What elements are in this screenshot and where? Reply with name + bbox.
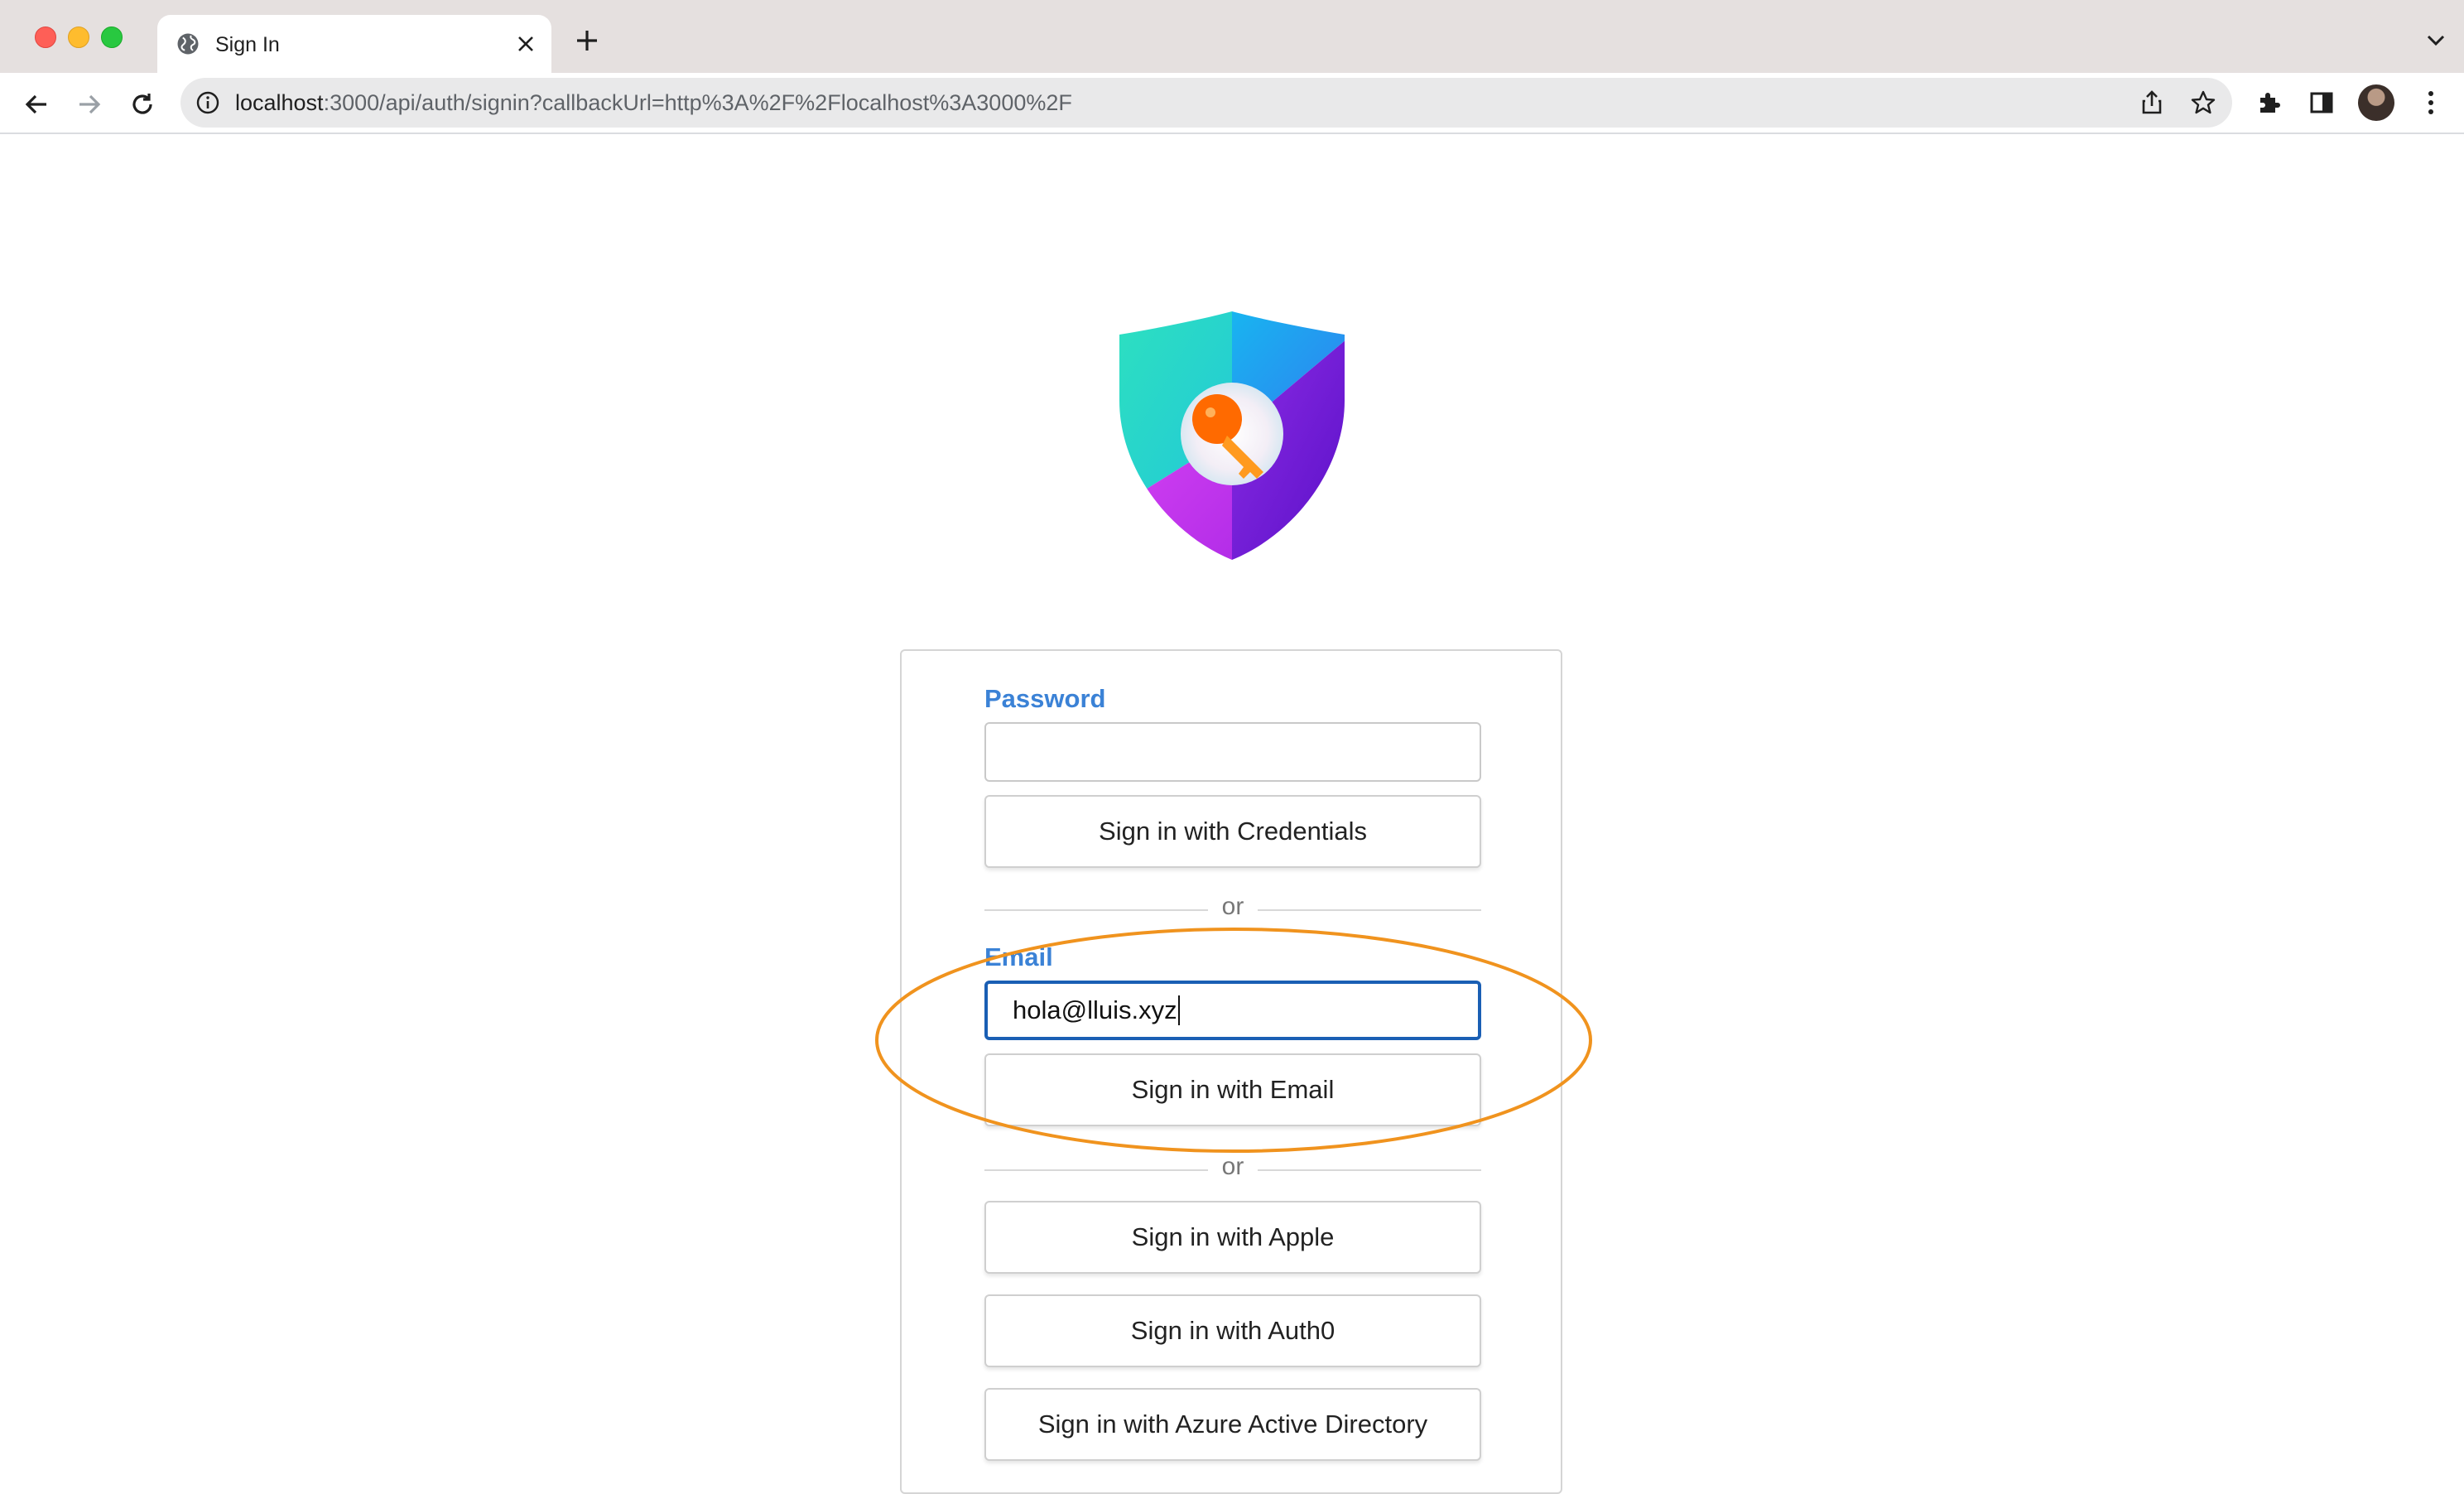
or-divider: or — [984, 893, 1481, 926]
text-caret — [1177, 995, 1180, 1025]
kebab-menu-icon[interactable] — [2413, 84, 2449, 121]
or-text: or — [1221, 893, 1244, 920]
side-panel-icon[interactable] — [2303, 84, 2340, 121]
url-path: :3000/api/auth/signin?callbackUrl=http%3… — [323, 90, 1072, 115]
url-host: localhost — [235, 90, 324, 115]
sign-in-apple-button[interactable]: Sign in with Apple — [984, 1201, 1481, 1274]
back-arrow-icon[interactable] — [20, 88, 53, 121]
info-icon[interactable] — [195, 90, 220, 115]
browser-toolbar: localhost:3000/api/auth/signin?callbackU… — [0, 73, 2464, 134]
new-tab-plus-icon[interactable] — [573, 27, 601, 55]
reload-icon[interactable] — [126, 88, 159, 121]
sign-in-azure-ad-button[interactable]: Sign in with Azure Active Directory — [984, 1388, 1481, 1461]
tab-sign-in[interactable]: Sign In — [157, 15, 551, 73]
star-icon[interactable] — [2189, 89, 2217, 117]
window-maximize-button[interactable] — [101, 27, 123, 48]
share-icon[interactable] — [2138, 89, 2166, 117]
email-field[interactable]: hola@lluis.xyz — [984, 981, 1481, 1040]
or-divider: or — [984, 1153, 1481, 1186]
password-field[interactable] — [984, 722, 1481, 782]
forward-arrow-icon[interactable] — [73, 88, 106, 121]
avatar[interactable] — [2358, 84, 2394, 121]
chevron-down-icon[interactable] — [2424, 30, 2447, 50]
extensions-puzzle-icon[interactable] — [2250, 84, 2287, 121]
browser-titlebar: Sign In — [0, 0, 2464, 73]
email-value: hola@lluis.xyz — [1013, 995, 1177, 1024]
sign-in-email-button[interactable]: Sign in with Email — [984, 1053, 1481, 1126]
email-label: Email — [984, 942, 1053, 971]
url-text: localhost:3000/api/auth/signin?callbackU… — [235, 90, 1072, 116]
or-text: or — [1221, 1153, 1244, 1180]
window-minimize-button[interactable] — [68, 27, 89, 48]
tab-title: Sign In — [215, 33, 280, 56]
shield-key-logo — [1119, 311, 1345, 560]
sign-in-auth0-button[interactable]: Sign in with Auth0 — [984, 1294, 1481, 1367]
sign-in-credentials-button[interactable]: Sign in with Credentials — [984, 795, 1481, 868]
address-bar[interactable]: localhost:3000/api/auth/signin?callbackU… — [180, 78, 2232, 128]
globe-icon — [177, 33, 199, 55]
close-icon[interactable] — [512, 30, 540, 58]
password-label: Password — [984, 684, 1106, 713]
window-close-button[interactable] — [35, 27, 56, 48]
